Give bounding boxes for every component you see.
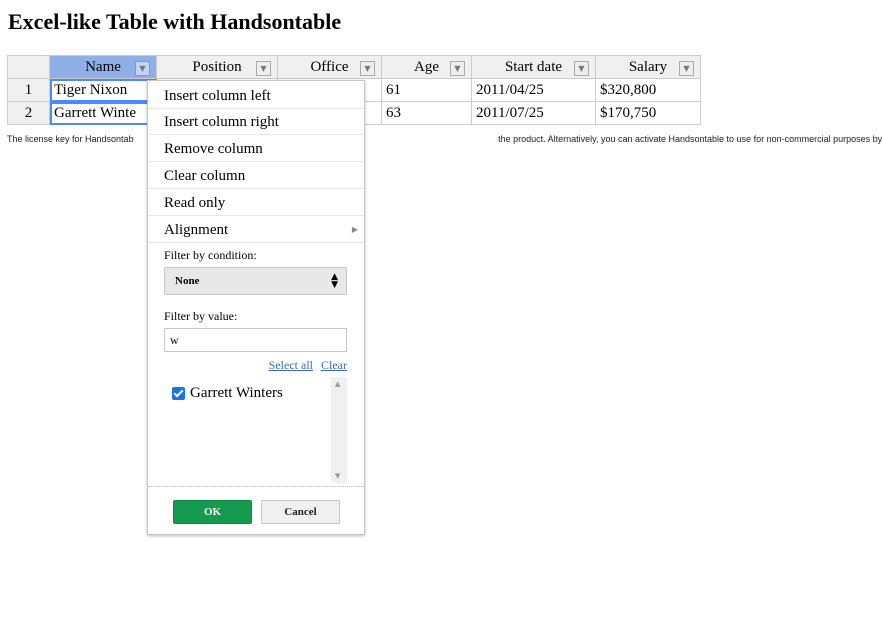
- clear-link[interactable]: Clear: [321, 358, 347, 372]
- cell-start-date[interactable]: 2011/04/25: [471, 78, 596, 102]
- condition-select[interactable]: None ▲ ▼: [164, 267, 347, 295]
- menu-item-remove-column[interactable]: Remove column: [148, 136, 364, 162]
- select-all-link[interactable]: Select all: [269, 358, 313, 372]
- dropdown-arrow-icon[interactable]: ▼: [360, 61, 375, 76]
- dropdown-arrow-icon[interactable]: ▼: [679, 61, 694, 76]
- filter-value-list: Garrett Winters ▲ ▼: [164, 377, 347, 483]
- column-header-start-date[interactable]: Start date ▼: [471, 55, 596, 79]
- select-arrows-icon: ▲ ▼: [331, 272, 338, 290]
- column-header-label: Office: [310, 58, 349, 75]
- menu-item-clear-column[interactable]: Clear column: [148, 163, 364, 189]
- cell-age[interactable]: 61: [381, 78, 472, 102]
- scroll-up-icon[interactable]: ▲: [335, 380, 340, 388]
- cell-start-date[interactable]: 2011/07/25: [471, 101, 596, 125]
- value-selection-links: Select all Clear: [148, 358, 347, 373]
- menu-item-insert-column-right[interactable]: Insert column right: [148, 109, 364, 135]
- column-header-position[interactable]: Position ▼: [156, 55, 278, 79]
- filter-by-condition-label: Filter by condition:: [164, 248, 257, 262]
- value-item-label: Garrett Winters: [190, 385, 283, 401]
- filter-by-value-label: Filter by value:: [164, 309, 238, 323]
- column-header-office[interactable]: Office ▼: [277, 55, 382, 79]
- cancel-button[interactable]: Cancel: [261, 500, 340, 524]
- column-header-label: Age: [414, 58, 439, 75]
- condition-select-value: None: [175, 275, 200, 287]
- cell-name[interactable]: Garrett Winte: [49, 101, 157, 125]
- ok-button[interactable]: OK: [173, 500, 252, 524]
- dropdown-arrow-icon[interactable]: ▼: [135, 61, 150, 76]
- scrollbar[interactable]: ▲ ▼: [331, 377, 347, 483]
- row-header[interactable]: 2: [7, 101, 50, 125]
- license-notice: The license key for Handsontabxxxxxxxxxx…: [7, 134, 882, 144]
- menu-item-alignment[interactable]: Alignment ▶: [148, 217, 364, 243]
- dropdown-arrow-icon[interactable]: ▼: [256, 61, 271, 76]
- dropdown-arrow-icon[interactable]: ▼: [450, 61, 465, 76]
- cell-age[interactable]: 63: [381, 101, 472, 125]
- column-header-label: Position: [192, 58, 242, 75]
- column-header-label: Start date: [504, 58, 563, 75]
- submenu-arrow-icon: ▶: [351, 225, 358, 234]
- menu-item-insert-column-left[interactable]: Insert column left: [148, 83, 364, 109]
- menu-item-label: Alignment: [164, 222, 229, 238]
- corner-header[interactable]: [7, 55, 50, 79]
- column-header-label: Name: [85, 58, 121, 75]
- column-header-age[interactable]: Age ▼: [381, 55, 472, 79]
- dropdown-arrow-icon[interactable]: ▼: [574, 61, 589, 76]
- cell-salary[interactable]: $170,750: [595, 101, 701, 125]
- column-header-name[interactable]: Name ▼: [49, 55, 157, 79]
- license-text-right: the product. Alternatively, you can acti…: [498, 134, 882, 144]
- cell-salary[interactable]: $320,800: [595, 78, 701, 102]
- divider: [148, 486, 364, 487]
- page-title: Excel-like Table with Handsontable: [8, 9, 342, 34]
- cell-name[interactable]: Tiger Nixon: [49, 78, 157, 102]
- menu-item-read-only[interactable]: Read only: [148, 190, 364, 216]
- checkbox-checked-icon[interactable]: [172, 387, 185, 400]
- license-text-left: The license key for Handsontab: [7, 134, 134, 144]
- scroll-down-icon[interactable]: ▼: [335, 472, 340, 480]
- column-header-label: Salary: [628, 58, 668, 75]
- row-header[interactable]: 1: [7, 78, 50, 102]
- column-header-salary[interactable]: Salary ▼: [595, 55, 701, 79]
- filter-value-search-input[interactable]: [164, 328, 347, 352]
- column-context-menu: Insert column left Insert column right R…: [147, 80, 365, 535]
- list-item[interactable]: Garrett Winters: [172, 385, 283, 402]
